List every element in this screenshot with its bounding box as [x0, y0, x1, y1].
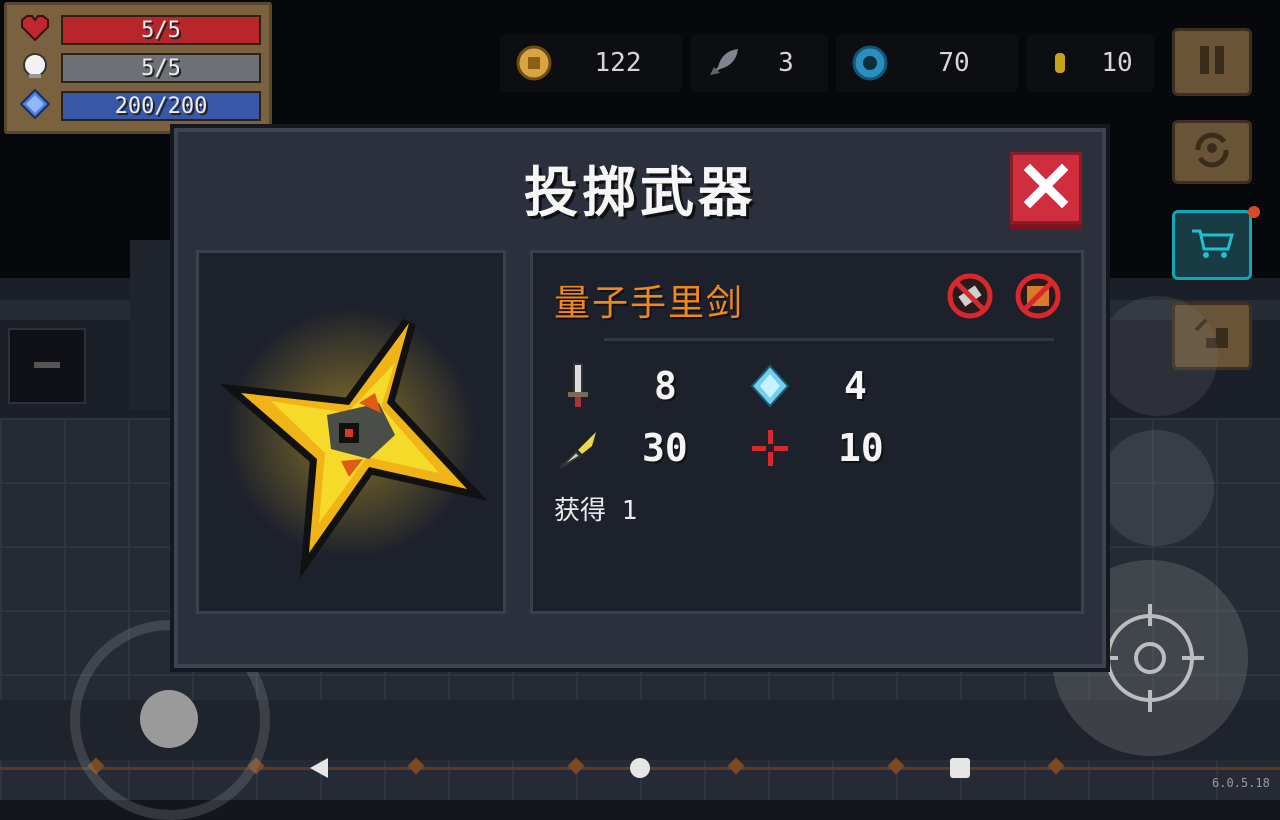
close-button[interactable]: [1010, 152, 1082, 224]
spread-icon: [750, 428, 790, 472]
nav-back-button[interactable]: [310, 758, 328, 778]
seed-counter: 10: [1026, 34, 1154, 92]
player-stats-panel: 5/5 5/5 200/200: [4, 2, 272, 134]
no-melee-icon: [946, 272, 994, 320]
pause-button[interactable]: [1172, 28, 1252, 96]
energy-crystal-icon: [15, 89, 55, 119]
gem-count: 70: [938, 48, 970, 78]
shop-cart-icon: [1188, 225, 1236, 265]
weapon-display-case: [8, 328, 86, 404]
nav-recents-button[interactable]: [950, 758, 970, 778]
dialog-title: 投掷武器: [524, 161, 756, 224]
energy-cost-icon: [750, 364, 790, 408]
displayed-gun: [34, 362, 60, 368]
coin-icon: [514, 43, 554, 83]
damage-value: 8: [654, 364, 677, 408]
armor-row: 5/5: [15, 51, 263, 83]
shield-icon: [15, 51, 55, 81]
wall-pillar: [130, 240, 178, 410]
fish-count: 3: [778, 48, 794, 78]
coin-count: 122: [594, 48, 642, 78]
health-bar: 5/5: [61, 15, 261, 45]
armor-bar: 5/5: [61, 53, 261, 83]
energy-cost-value: 4: [844, 364, 867, 408]
fish-icon: [704, 43, 744, 83]
nav-home-button[interactable]: [630, 758, 650, 778]
energy-value: 200/200: [114, 93, 208, 119]
details-divider: [604, 338, 1054, 341]
fish-counter: 3: [690, 34, 828, 92]
character-skill-button[interactable]: [1098, 296, 1218, 416]
weapon-preview-panel: [196, 250, 506, 614]
obtained-count: 获得 1: [554, 496, 638, 526]
weapon-swap-button[interactable]: [1098, 430, 1214, 546]
energy-row: 200/200: [15, 89, 263, 121]
gem-counter: 70: [836, 34, 1018, 92]
seed-icon: [1040, 43, 1080, 83]
health-value: 5/5: [141, 17, 181, 43]
weapon-name: 量子手里剑: [554, 283, 745, 324]
health-row: 5/5: [15, 13, 263, 45]
crit-value: 30: [642, 426, 688, 470]
seed-count: 10: [1101, 48, 1133, 78]
quantum-shuriken-icon: [219, 308, 488, 579]
crit-icon: [556, 428, 596, 472]
armor-value: 5/5: [141, 55, 181, 81]
no-chest-icon: [1014, 272, 1062, 320]
heart-icon: [15, 13, 55, 43]
joystick-knob[interactable]: [140, 690, 198, 748]
spread-value: 10: [838, 426, 884, 470]
gem-icon: [850, 43, 890, 83]
energy-bar: 200/200: [61, 91, 261, 121]
coin-counter: 122: [500, 34, 682, 92]
pause-icon: [1192, 40, 1232, 84]
damage-icon: [558, 362, 598, 407]
close-icon: [1023, 163, 1069, 212]
version-label: 6.0.5.18: [1212, 776, 1270, 790]
